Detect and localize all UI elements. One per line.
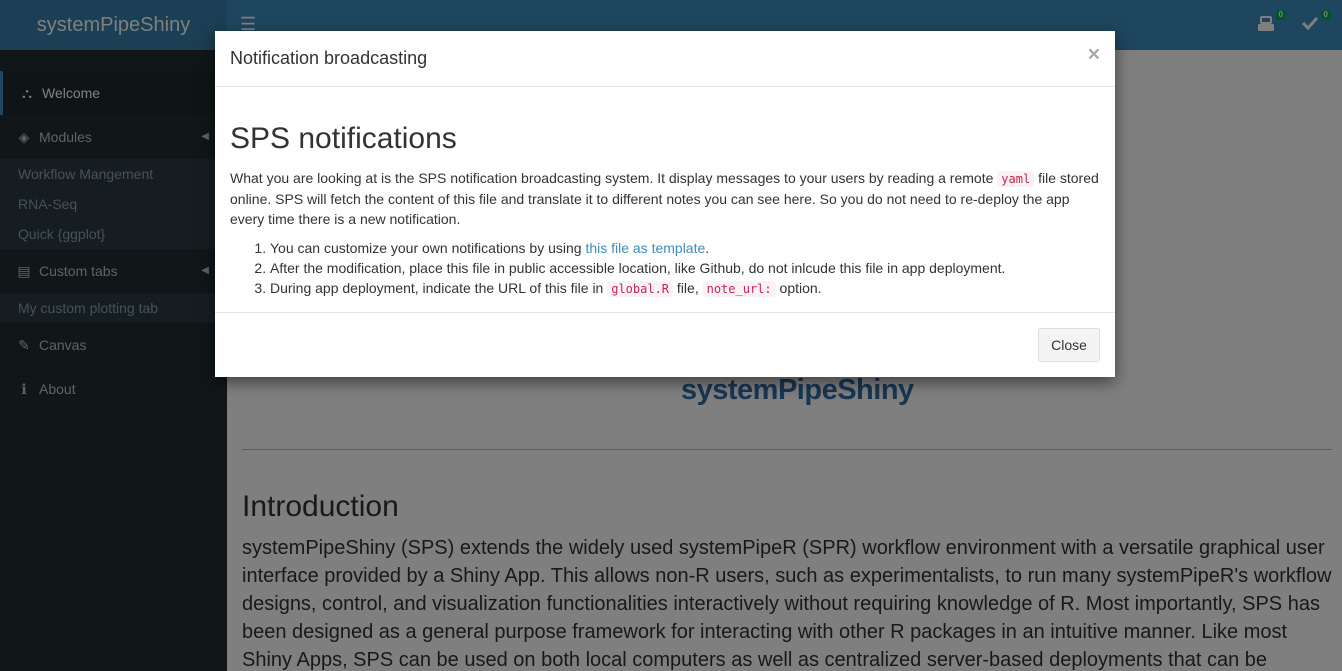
list-item-text: During app deployment, indicate the URL … [270, 280, 608, 296]
list-item: During app deployment, indicate the URL … [270, 278, 1100, 299]
note-url-code: note_url: [702, 281, 776, 297]
list-item-text: You can customize your own notifications… [270, 240, 586, 256]
close-button[interactable]: Close [1038, 328, 1100, 362]
modal-body: SPS notifications What you are looking a… [230, 87, 1100, 299]
template-link[interactable]: this file as template [585, 240, 705, 256]
notification-description: What you are looking at is the SPS notif… [230, 168, 1100, 229]
list-item-text: option. [775, 280, 822, 296]
modal-header: Notification broadcasting × [215, 31, 1115, 87]
modal-footer: Close [215, 312, 1115, 377]
list-item-text: file, [673, 280, 703, 296]
instructions-list: You can customize your own notifications… [230, 238, 1100, 299]
close-icon[interactable]: × [1088, 44, 1100, 65]
sps-notifications-heading: SPS notifications [230, 122, 457, 155]
modal-title: Notification broadcasting [230, 48, 428, 68]
yaml-code: yaml [997, 171, 1035, 187]
list-item-text: . [705, 240, 710, 256]
list-item: You can customize your own notifications… [270, 238, 1100, 258]
list-item: After the modification, place this file … [270, 258, 1100, 278]
notification-modal: Notification broadcasting × SPS notifica… [215, 31, 1115, 377]
global-r-code: global.R [607, 281, 674, 297]
description-text: What you are looking at is the SPS notif… [230, 170, 998, 186]
